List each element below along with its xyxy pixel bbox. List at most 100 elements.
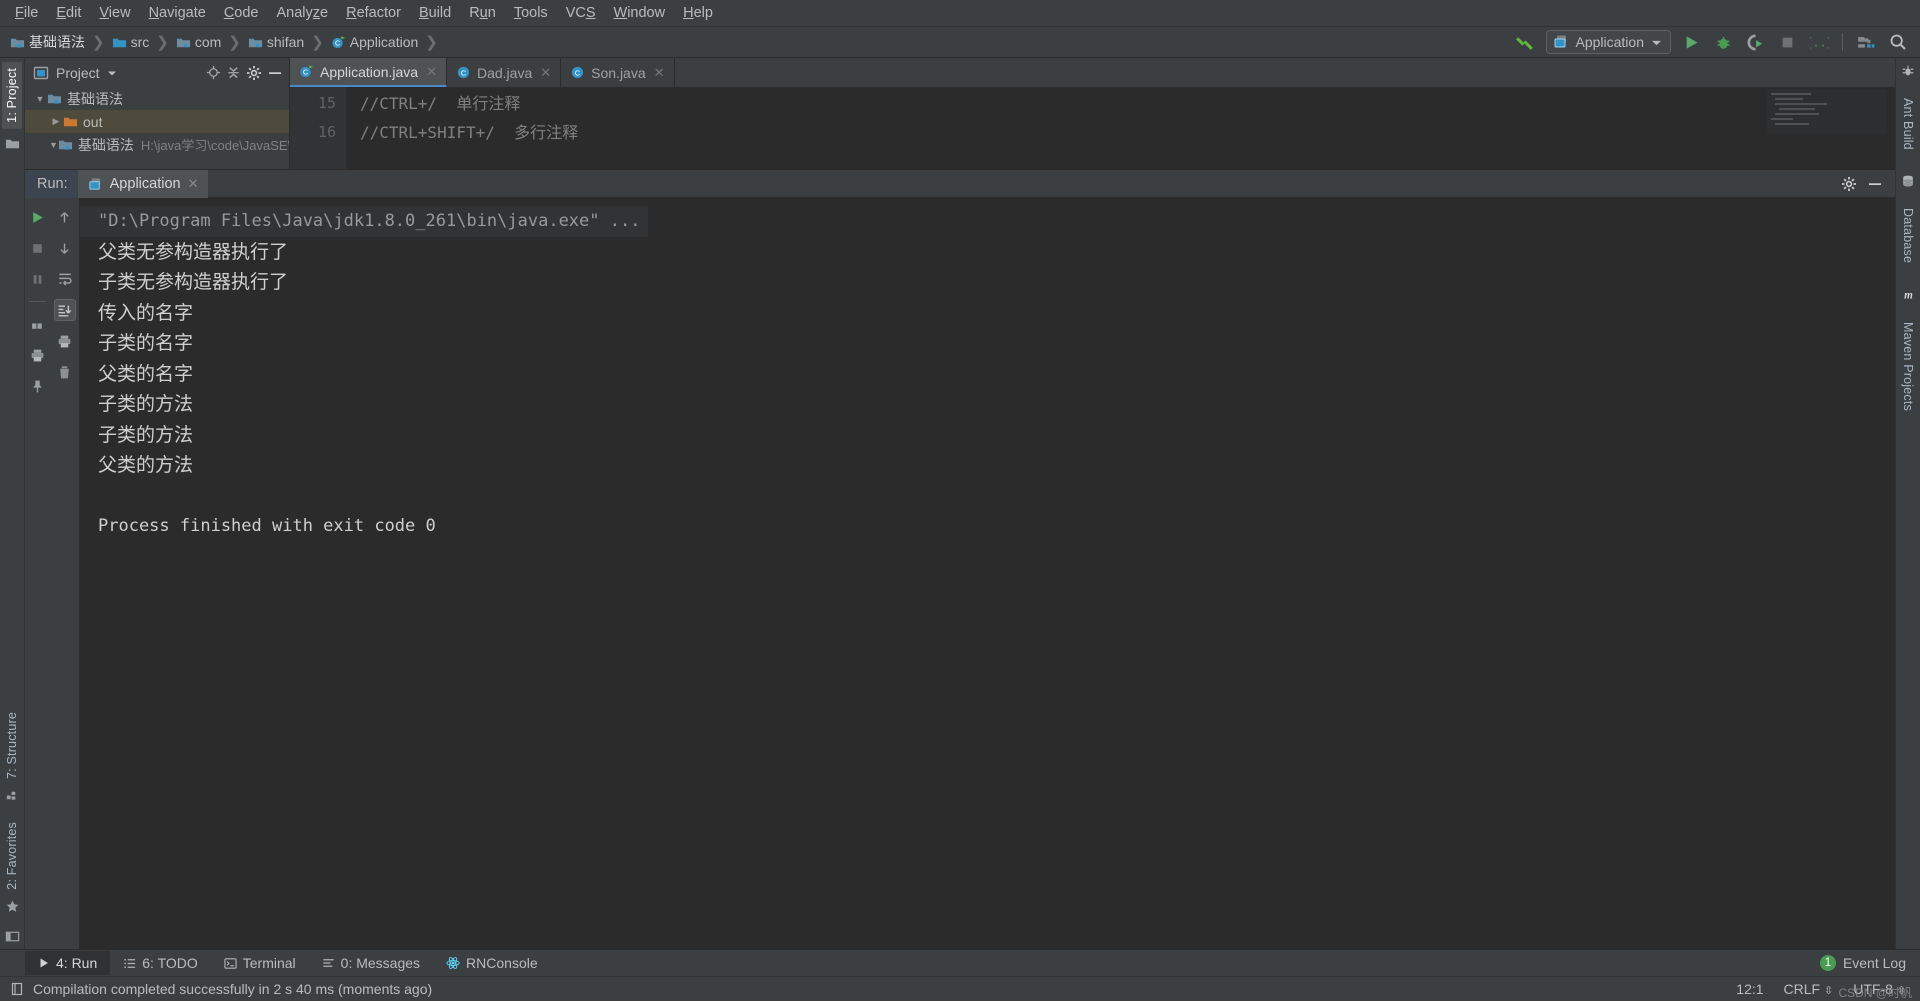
project-window-icon	[33, 65, 49, 81]
run-tab-application[interactable]: Application ✕	[77, 170, 209, 198]
breadcrumb-separator: ❯	[156, 34, 169, 51]
tab-application-java[interactable]: C Application.java ✕	[290, 58, 447, 87]
menu-analyze[interactable]: Analyze	[268, 2, 338, 24]
console-output[interactable]: "D:\Program Files\Java\jdk1.8.0_261\bin\…	[80, 198, 1895, 949]
stop-button[interactable]	[1775, 30, 1799, 54]
close-icon[interactable]: ✕	[426, 64, 437, 80]
editor-text[interactable]: //CTRL+/ 单行注释 //CTRL+SHIFT+/ 多行注释	[346, 87, 1895, 169]
watermark: CSDN @时帆	[1838, 986, 1912, 1000]
twisty-collapsed-icon[interactable]: ▶	[49, 116, 63, 127]
bottom-tab-run[interactable]: 4: Run	[25, 951, 111, 975]
breadcrumb-separator: ❯	[92, 34, 105, 51]
sidebar-item-structure[interactable]: 7: Structure	[2, 706, 22, 785]
menu-file[interactable]: File	[6, 2, 47, 24]
breadcrumb: 基础语法 ❯ src ❯ com ❯ shifan ❯ C Applicatio…	[8, 30, 443, 54]
code-braces-button[interactable]: {..}	[1807, 30, 1831, 54]
hide-panel-icon[interactable]	[267, 65, 283, 81]
breadcrumb-label: com	[194, 34, 222, 50]
code-area[interactable]: 15 16 //CTRL+/ 单行注释 //CTRL+SHIFT+/ 多行注释	[290, 87, 1895, 169]
pin-button[interactable]	[27, 375, 49, 397]
svg-text:C: C	[335, 40, 340, 47]
bottom-tab-label: 0: Messages	[340, 955, 421, 971]
menu-edit[interactable]: Edit	[47, 2, 90, 24]
sidebar-item-favorites[interactable]: 2: Favorites	[2, 816, 22, 896]
tree-row-label: 基础语法	[67, 90, 123, 107]
tree-row[interactable]: ▼ 基础语法 H:\java学习\code\JavaSE\基	[25, 133, 289, 156]
editor-minimap[interactable]	[1767, 89, 1887, 133]
make-project-icon[interactable]	[1514, 30, 1538, 54]
menu-build[interactable]: Build	[410, 2, 460, 24]
run-with-coverage-button[interactable]	[1743, 30, 1767, 54]
bottom-tab-terminal[interactable]: Terminal	[211, 951, 309, 975]
java-runnable-class-icon: C	[331, 35, 346, 50]
line-separator[interactable]: CRLF ⇳	[1784, 981, 1834, 997]
bottom-tab-rnconsole[interactable]: RNConsole	[433, 951, 551, 975]
line-number: 16	[317, 123, 336, 141]
menu-navigate[interactable]: Navigate	[140, 2, 215, 24]
bottom-tab-messages[interactable]: 0: Messages	[309, 951, 433, 975]
twisty-expanded-icon[interactable]: ▼	[49, 140, 58, 150]
sidebar-item-project[interactable]: 1: Project	[2, 62, 22, 129]
sidebar-item-maven-projects[interactable]: Maven Projects	[1898, 316, 1918, 417]
console-line: 子类的方法	[98, 393, 194, 415]
breadcrumb-item-com[interactable]: com	[174, 32, 223, 52]
menu-vcs[interactable]: VCS	[557, 2, 605, 24]
code-line: //CTRL+/ 单行注释	[360, 94, 521, 113]
menu-window[interactable]: Window	[605, 2, 675, 24]
run-window-header: Run: Application ✕	[25, 169, 1895, 198]
rerun-button[interactable]	[27, 206, 49, 228]
play-icon	[38, 957, 50, 969]
stop-button[interactable]	[27, 237, 49, 259]
project-structure-button[interactable]	[1854, 30, 1878, 54]
caret-position[interactable]: 12:1	[1736, 981, 1763, 997]
search-everywhere-button[interactable]	[1886, 30, 1910, 54]
tree-row[interactable]: ▼ 基础语法	[25, 87, 289, 110]
toggle-toolwindow-icon[interactable]	[5, 929, 20, 944]
soft-wrap-button[interactable]	[54, 268, 76, 290]
breadcrumb-item-module[interactable]: 基础语法	[8, 30, 87, 54]
menu-view[interactable]: View	[90, 2, 139, 24]
settings-gear-icon[interactable]	[1841, 176, 1857, 192]
run-tool-window: Run: Application ✕ "D:\Program Files\Jav…	[25, 169, 1895, 949]
tree-row[interactable]: ▶ out	[25, 110, 289, 133]
locate-icon[interactable]	[206, 65, 221, 80]
collapse-all-icon[interactable]	[226, 65, 241, 80]
close-icon[interactable]: ✕	[188, 176, 199, 192]
scroll-to-end-button[interactable]	[53, 299, 76, 321]
settings-gear-icon[interactable]	[246, 65, 262, 81]
menu-help[interactable]: Help	[674, 2, 722, 24]
menu-run[interactable]: Run	[460, 2, 505, 24]
left-tool-strip: 1: Project 7: Structure 2: Favorites	[0, 58, 25, 949]
breadcrumb-item-application[interactable]: C Application	[329, 32, 421, 52]
todo-icon	[123, 957, 136, 970]
menu-code[interactable]: Code	[215, 2, 268, 24]
sidebar-item-database[interactable]: Database	[1898, 202, 1918, 269]
sidebar-item-ant-build[interactable]: Ant Build	[1898, 92, 1918, 156]
hide-panel-icon[interactable]	[1867, 176, 1883, 192]
clear-all-button[interactable]	[54, 361, 76, 383]
twisty-expanded-icon[interactable]: ▼	[33, 94, 47, 104]
tab-son-java[interactable]: C Son.java ✕	[561, 58, 675, 87]
menu-tools[interactable]: Tools	[505, 2, 557, 24]
close-icon[interactable]: ✕	[654, 65, 665, 81]
print-button[interactable]	[27, 344, 49, 366]
bottom-tab-label: RNConsole	[466, 955, 538, 971]
chevron-down-icon[interactable]	[107, 68, 117, 78]
menu-refactor[interactable]: Refactor	[337, 2, 410, 24]
bottom-tab-label: 4: Run	[56, 955, 98, 971]
tab-dad-java[interactable]: C Dad.java ✕	[447, 58, 562, 87]
close-icon[interactable]: ✕	[540, 65, 551, 81]
event-log-label[interactable]: Event Log	[1843, 955, 1906, 971]
breadcrumb-item-src[interactable]: src	[110, 32, 152, 52]
up-the-stack-trace-button[interactable]	[54, 206, 76, 228]
tabs-filler	[674, 58, 1895, 87]
run-button[interactable]	[1679, 30, 1703, 54]
down-the-stack-trace-button[interactable]	[54, 237, 76, 259]
bottom-tab-todo[interactable]: 6: TODO	[110, 951, 211, 975]
layout-settings-button[interactable]	[27, 313, 49, 335]
run-configuration-selector[interactable]: Application	[1545, 30, 1671, 54]
pause-button[interactable]	[27, 268, 49, 290]
breadcrumb-item-shifan[interactable]: shifan	[246, 32, 306, 52]
debug-button[interactable]	[1711, 30, 1735, 54]
print-console-button[interactable]	[54, 330, 76, 352]
